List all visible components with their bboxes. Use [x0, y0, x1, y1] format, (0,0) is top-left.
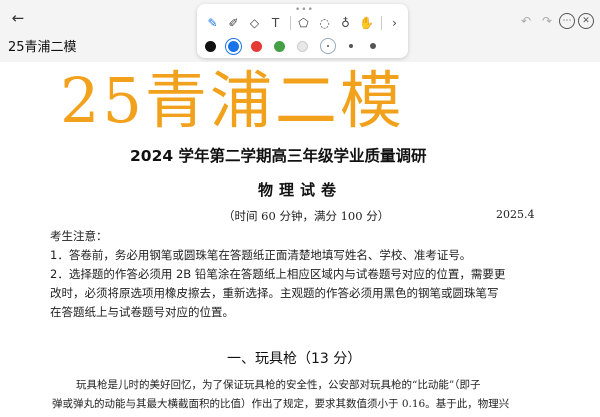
pen-tool-button[interactable]: ✎ — [203, 13, 222, 32]
pen-icon: ✎ — [207, 15, 218, 30]
notice-line: 考生注意： — [50, 229, 108, 243]
drawing-toolbox: ••• ✎ ✐ ◇ T ⬠ ◌ ♁ ✋ › — [197, 4, 408, 58]
handwritten-title-overlay: 25青浦二模 — [60, 64, 405, 137]
exam-date: 2025.4 — [496, 208, 535, 221]
stroke-size-option[interactable] — [366, 39, 380, 53]
more-button[interactable]: ⋯ — [559, 13, 575, 29]
notice-line: 1．答卷前，务必用钢笔或圆珠笔在答题纸正面清楚地填写姓名、学校、准考证号。 — [50, 248, 472, 262]
stroke-size-option[interactable] — [344, 39, 358, 53]
redo-button[interactable]: ↷ — [538, 12, 556, 30]
color-swatch[interactable] — [228, 40, 239, 52]
microphone-icon: ♁ — [341, 15, 350, 30]
stroke-size-option[interactable] — [320, 38, 336, 54]
right-toolbar: ↶ ↷ ⋯ ✕ — [514, 12, 594, 30]
close-button[interactable]: ✕ — [578, 13, 594, 29]
notice-line: 改时，必须将原选项用橡皮擦去，重新选择。主观题的作答必须用黑色的钢笔或圆珠笔写 — [50, 286, 499, 300]
color-palette — [205, 38, 388, 54]
subject-heading: 物理试卷 — [257, 181, 342, 199]
back-button[interactable]: ← — [8, 8, 28, 28]
back-arrow-icon: ← — [11, 9, 25, 27]
toolbar-divider — [381, 15, 382, 30]
tool-row: ✎ ✐ ◇ T ⬠ ◌ ♁ ✋ › — [203, 13, 406, 32]
note-title: 25青浦二模 — [8, 40, 77, 55]
pencil-tool-button[interactable]: ✐ — [224, 13, 243, 32]
microphone-tool-button[interactable]: ♁ — [336, 13, 355, 32]
eraser-tool-button[interactable]: ◇ — [245, 13, 264, 32]
redo-icon: ↷ — [541, 14, 553, 28]
pencil-icon: ✐ — [228, 15, 239, 30]
hand-tool-button[interactable]: ✋ — [357, 13, 376, 32]
color-swatch[interactable] — [205, 40, 216, 52]
lasso-tool-button[interactable]: ◌ — [315, 13, 334, 32]
color-swatch[interactable] — [297, 40, 308, 52]
undo-icon: ↶ — [520, 14, 532, 28]
hand-icon: ✋ — [359, 15, 374, 30]
document-page: 2024 学年第二学期高三年级学业质量调研 25青浦二模 物理试卷 （时间 60… — [0, 62, 600, 417]
chevron-right-tool-button[interactable]: › — [385, 13, 404, 32]
close-icon: ✕ — [582, 16, 590, 26]
text-tool-tool-button[interactable]: T — [266, 13, 285, 32]
more-icon: ⋯ — [562, 16, 572, 26]
question-body-line: 弹或弹丸的动能与其最大横截面积的比值）作出了规定，要求其数值须小于 0.16。基… — [52, 398, 510, 410]
eraser-icon: ◇ — [249, 15, 260, 30]
exam-time-info: （时间 60 分钟，满分 100 分） — [223, 209, 390, 223]
top-bar: ← 25青浦二模 ••• ✎ ✐ ◇ T ⬠ ◌ ♁ ✋ › ↶ ↷ ⋯ ✕ — [0, 0, 600, 62]
undo-button[interactable]: ↶ — [517, 12, 535, 30]
text-tool-icon: T — [271, 15, 280, 30]
exam-notice: 考生注意： 1．答卷前，务必用钢笔或圆珠笔在答题纸正面清楚地填写姓名、学校、准考证… — [50, 227, 505, 322]
lasso-icon: ◌ — [319, 15, 330, 30]
toolbar-divider — [290, 15, 291, 30]
color-swatch[interactable] — [274, 40, 285, 52]
exam-title: 2024 学年第二学期高三年级学业质量调研 — [130, 147, 427, 165]
notice-line: 2．选择题的作答必须用 2B 铅笔涂在答题纸上相应区域内与试卷题号对应的位置，需… — [50, 267, 506, 281]
shape-icon: ⬠ — [298, 15, 309, 30]
question-body-line: 玩具枪是儿时的美好回忆，为了保证玩具枪的安全性，公安部对玩具枪的“比动能”（即子 — [76, 379, 481, 391]
chevron-right-icon: › — [392, 15, 397, 30]
question-body: 玩具枪是儿时的美好回忆，为了保证玩具枪的安全性，公安部对玩具枪的“比动能”（即子… — [52, 376, 509, 414]
color-swatch[interactable] — [251, 40, 262, 52]
shape-tool-button[interactable]: ⬠ — [294, 13, 313, 32]
notice-line: 在答题纸上与试卷题号对应的位置。 — [50, 305, 234, 319]
section-heading: 一、玩具枪（13 分） — [227, 351, 362, 367]
